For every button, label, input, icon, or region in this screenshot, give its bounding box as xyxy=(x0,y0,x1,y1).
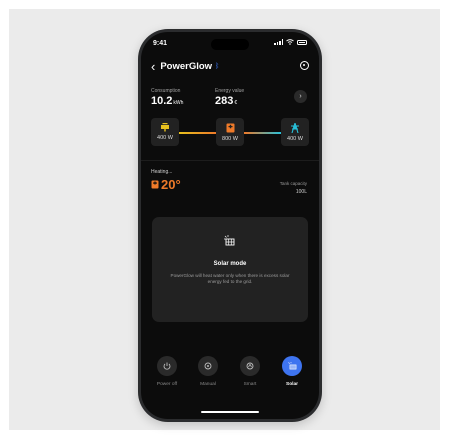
manual-button[interactable] xyxy=(198,356,218,376)
consumption-unit: kWh xyxy=(173,100,184,106)
consumption-number: 10.2 xyxy=(151,95,173,107)
energy-value: 283€ xyxy=(215,95,237,107)
solar-icon xyxy=(287,362,296,370)
consumption-value: 10.2kWh xyxy=(151,95,183,107)
temperature-value: 20° xyxy=(161,177,181,192)
manual-icon xyxy=(204,362,212,370)
back-icon[interactable]: ‹ xyxy=(151,60,155,73)
solar-to-heater-link xyxy=(179,132,216,134)
solar-node: 400 W xyxy=(151,118,179,146)
energy-value-label: Energy value xyxy=(215,88,245,94)
solar-panel-icon xyxy=(161,123,169,132)
smart-icon xyxy=(246,362,254,370)
smart-button[interactable] xyxy=(240,356,260,376)
solar-watts: 400 W xyxy=(157,135,173,141)
mode-card-description: PowerGlow will heat water only when ther… xyxy=(170,273,290,284)
home-indicator[interactable] xyxy=(201,411,259,413)
wifi-icon xyxy=(286,39,294,45)
settings-gear-icon[interactable] xyxy=(300,61,309,70)
solar-mode-card: Solar mode PowerGlow will heat water onl… xyxy=(152,217,308,322)
water-heater-icon xyxy=(151,180,159,189)
solar-panel-icon xyxy=(224,235,235,246)
stats-detail-button[interactable]: › xyxy=(294,90,307,103)
temperature-row: 20° xyxy=(151,177,181,192)
signal-icon xyxy=(274,39,283,45)
grid-node: 400 W xyxy=(281,118,309,146)
power-off-button[interactable] xyxy=(157,356,177,376)
chevron-right-icon: › xyxy=(299,93,302,100)
tank-capacity-label: Tank capacity xyxy=(279,181,307,186)
power-tower-icon xyxy=(291,122,299,133)
power-icon xyxy=(163,362,171,370)
grid-watts: 400 W xyxy=(287,135,303,142)
battery-icon xyxy=(297,39,307,45)
status-icons xyxy=(274,39,307,45)
solar-label: Solar xyxy=(286,382,298,387)
heater-watts: 800 W xyxy=(222,135,238,142)
tank-capacity-value: 100L xyxy=(295,189,307,195)
page-title: PowerGlow xyxy=(160,60,213,72)
dynamic-island xyxy=(211,39,249,50)
manual-label: Manual xyxy=(200,382,216,387)
bluetooth-icon: ᛒ xyxy=(215,62,220,70)
mode-card-title: Solar mode xyxy=(213,261,247,267)
solar-button[interactable] xyxy=(282,356,302,376)
power-off-label: Power off xyxy=(156,382,178,387)
water-heater-icon xyxy=(226,123,234,132)
top-nav: ‹ PowerGlow ᛒ xyxy=(151,58,309,74)
status-time: 9:41 xyxy=(153,40,168,47)
heater-node: 800 W xyxy=(216,118,244,146)
section-divider xyxy=(141,160,319,161)
phone-screen: 9:41 ‹ PowerGlow ᛒ Consumption 10.2kWh E… xyxy=(141,32,319,419)
consumption-label: Consumption xyxy=(151,88,181,94)
energy-value-unit: € xyxy=(234,100,238,106)
heating-status: Heating... xyxy=(151,169,173,175)
energy-value-number: 283 xyxy=(215,95,234,107)
smart-label: Smart xyxy=(243,382,257,387)
heater-to-grid-link xyxy=(244,132,281,134)
